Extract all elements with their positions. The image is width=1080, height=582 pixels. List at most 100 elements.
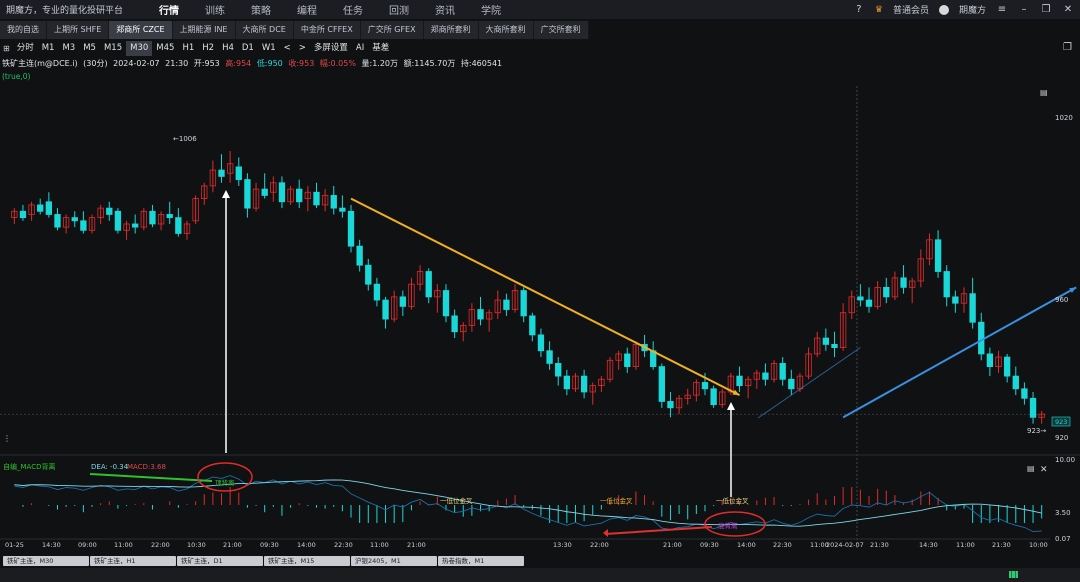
time-axis-label: 21:00	[407, 541, 426, 549]
top-signal-arrow-head	[222, 190, 230, 198]
kline-chart[interactable]: ←1006 923→ 1020 960 920 923 ▤ ⋮ 自编_MACD背离 DEA: -0…	[0, 0, 1080, 556]
candle-body	[667, 401, 674, 409]
time-axis-label: 22:00	[151, 541, 170, 549]
candle-body	[54, 214, 61, 228]
candle-body	[831, 344, 838, 348]
candle-body	[701, 382, 709, 390]
candle-body	[546, 350, 553, 364]
bottom-tabs: 铁矿主连，M30 铁矿主连，H1 铁矿主连，D1 铁矿主连，M15 沪银2405，M1 热…	[3, 556, 524, 566]
bottom-tab-5[interactable]: 热卷指数，M1	[438, 556, 524, 566]
candle-body	[382, 299, 389, 320]
candle-body	[347, 210, 355, 247]
candle-body	[788, 378, 795, 390]
annotation-golden-cross-3: 一低位金叉	[716, 496, 749, 505]
candle-body	[80, 220, 87, 231]
time-axis-label: 22:30	[334, 541, 353, 549]
price-axis-icon: ▤	[1040, 88, 1048, 97]
annotation-golden-cross-2: 一低位金叉	[600, 496, 633, 505]
candle-body	[857, 296, 864, 301]
time-axis-label: 13:30	[553, 541, 572, 549]
bottom-tab-3[interactable]: 铁矿主连，M15	[264, 556, 350, 566]
bottom-tab-2[interactable]: 铁矿主连，D1	[177, 556, 263, 566]
status-bar	[0, 568, 1080, 582]
macd-dif-line	[14, 475, 1042, 533]
candle-body	[865, 299, 873, 307]
macd-close-icon: ✕	[1040, 465, 1048, 475]
candle-body	[1029, 397, 1037, 418]
macd-axis-label: 10.00	[1055, 456, 1075, 464]
time-axis-label: 01-25	[5, 541, 24, 549]
candle-body	[978, 321, 985, 355]
bottom-tab-1[interactable]: 铁矿主连，H1	[90, 556, 176, 566]
candle-body	[624, 353, 631, 368]
trendline-extension	[757, 347, 861, 419]
price-axis-label: 920	[1055, 434, 1068, 442]
candle-body	[520, 290, 527, 317]
candle-body	[356, 245, 363, 266]
candle-body	[373, 283, 381, 301]
time-axis-label: 22:00	[590, 541, 609, 549]
time-axis-label: 2024-02-07	[826, 541, 864, 549]
candle-body	[555, 363, 562, 377]
candle-body	[339, 207, 346, 212]
time-axis-label: 14:00	[737, 541, 756, 549]
time-axis-label: 21:30	[992, 541, 1011, 549]
bottom-divergence-line	[604, 526, 713, 535]
candle-body	[952, 296, 959, 304]
candle-body	[529, 315, 536, 336]
candle-body	[313, 191, 320, 206]
time-axis-label: 09:30	[260, 541, 279, 549]
time-axis-label: 11:00	[114, 541, 133, 549]
time-axis-label: 11:00	[370, 541, 389, 549]
time-axis-label: 21:00	[663, 541, 682, 549]
time-axis-label: 10:00	[1029, 541, 1048, 549]
trendline-0[interactable]	[350, 197, 740, 397]
indicator-name: 自编_MACD背离	[3, 462, 55, 471]
low-marker: 923→	[1027, 427, 1046, 435]
time-axis-label: 14:00	[297, 541, 316, 549]
candle-body	[71, 217, 78, 222]
bottom-signal-arrow-head	[727, 402, 735, 410]
candle-body	[779, 363, 786, 380]
candle-body	[114, 210, 122, 231]
candle-body	[330, 195, 337, 209]
bottom-tab-0[interactable]: 铁矿主连，M30	[3, 556, 89, 566]
candle-body	[943, 271, 950, 298]
time-axis-label: 14:30	[42, 541, 61, 549]
candle-body	[45, 201, 53, 215]
candle-body	[278, 182, 286, 203]
candle-body	[218, 169, 225, 177]
annotation-top-divergence: 顶背离	[215, 478, 235, 487]
high-marker: ←1006	[173, 135, 197, 143]
candle-body	[537, 334, 545, 352]
price-axis-label: 960	[1055, 296, 1068, 304]
macd-label: MACD:3.68	[127, 463, 166, 471]
bottom-tab-4[interactable]: 沪银2405，M1	[351, 556, 437, 566]
candle-body	[883, 286, 890, 298]
candle-body	[563, 375, 571, 390]
macd-settings-icon: ▤	[1027, 464, 1035, 473]
top-divergence-line	[89, 473, 213, 482]
macd-dea-line	[14, 479, 1042, 527]
price-axis-label: 1020	[1055, 114, 1073, 122]
candle-body	[503, 299, 510, 310]
candle-body	[166, 214, 173, 219]
candle-body	[1021, 388, 1028, 399]
candle-body	[244, 179, 251, 209]
candle-body	[365, 264, 372, 285]
candle-body	[425, 271, 432, 298]
candle-body	[736, 375, 743, 387]
candle-body	[149, 210, 156, 225]
candle-body	[658, 366, 665, 402]
annotation-golden-cross-1: 一低位金叉	[440, 496, 473, 505]
candle-body	[986, 353, 994, 368]
candle-body	[19, 210, 27, 219]
candle-body	[1012, 375, 1019, 390]
candle-body	[580, 375, 588, 393]
time-axis-label: 09:30	[700, 541, 719, 549]
macd-axis-label: 0.07	[1055, 535, 1071, 543]
time-axis-label: 21:30	[870, 541, 889, 549]
candle-body	[296, 188, 303, 203]
candle-body	[442, 290, 450, 317]
candle-body	[969, 293, 976, 323]
